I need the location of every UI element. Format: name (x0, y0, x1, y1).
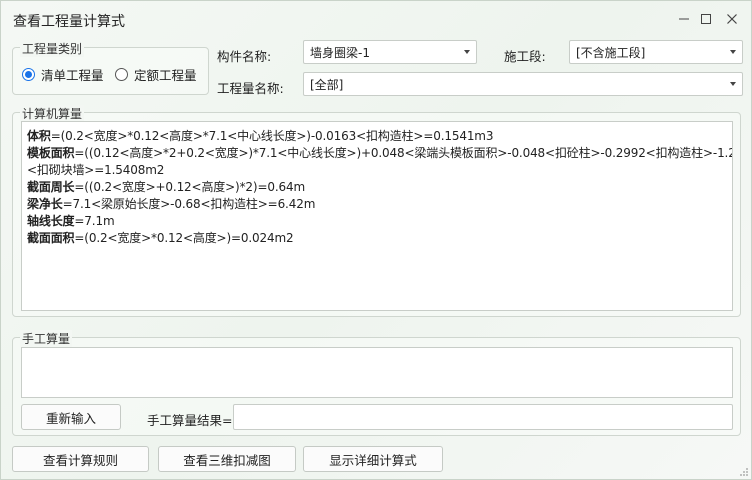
window-title: 查看工程量计算式 (13, 14, 125, 30)
component-name-select[interactable]: 墙身圈梁-1 (303, 40, 477, 64)
calc-line: 体积=(0.2<宽度>*0.12<高度>*7.1<中心线长度>)-0.0163<… (27, 129, 494, 143)
view-3d-deduction-button[interactable]: 查看三维扣减图 (158, 446, 296, 472)
computer-calc-group-label: 计算机算量 (20, 105, 85, 122)
manual-result-label: 手工算量结果= (147, 413, 233, 428)
manual-result-input[interactable] (233, 404, 733, 430)
manual-calc-group-label: 手工算量 (20, 330, 73, 347)
quantity-name-value: [全部] (310, 77, 344, 92)
resize-grip-icon[interactable] (739, 467, 749, 477)
chevron-down-icon (464, 50, 470, 54)
dialog-window: 查看工程量计算式 工程量类别 清单工程量 定额工程量 构件名称: 墙身圈梁-1 … (0, 0, 752, 480)
show-detail-formula-button[interactable]: 显示详细计算式 (303, 446, 443, 472)
computer-calc-textarea[interactable]: 体积=(0.2<宽度>*0.12<高度>*7.1<中心线长度>)-0.0163<… (21, 121, 733, 311)
calc-line: 梁净长=7.1<梁原始长度>-0.68<扣构造柱>=6.42m (27, 197, 316, 211)
chevron-down-icon (730, 50, 736, 54)
component-name-value: 墙身圈梁-1 (310, 45, 370, 60)
title-bar: 查看工程量计算式 (1, 1, 751, 37)
maximize-icon (701, 14, 711, 24)
radio-bill-quantity-label: 清单工程量 (41, 68, 104, 83)
quantity-type-group-label: 工程量类别 (20, 40, 85, 57)
radio-unchecked-icon (115, 68, 128, 81)
quantity-name-select[interactable]: [全部] (303, 72, 743, 96)
calc-line: <扣砌块墙>=1.5408m2 (27, 163, 165, 177)
minimize-icon (679, 18, 689, 20)
calc-line: 轴线长度=7.1m (27, 214, 115, 228)
component-name-label: 构件名称: (217, 49, 272, 64)
close-button[interactable] (719, 7, 745, 31)
calc-line: 截面面积=(0.2<宽度>*0.12<高度>)=0.024m2 (27, 231, 294, 245)
view-calc-rules-button[interactable]: 查看计算规则 (12, 446, 149, 472)
quantity-name-label: 工程量名称: (217, 81, 284, 96)
calc-line: 截面周长=((0.2<宽度>+0.12<高度>)*2)=0.64m (27, 180, 306, 194)
manual-calc-textarea[interactable] (21, 347, 733, 398)
radio-quota-quantity-label: 定额工程量 (134, 68, 197, 83)
radio-bill-quantity[interactable]: 清单工程量 (22, 65, 104, 84)
calc-line: 模板面积=((0.12<高度>*2+0.2<宽度>)*7.1<中心线长度>)+0… (27, 146, 733, 160)
close-icon (727, 14, 737, 24)
radio-checked-icon (22, 68, 35, 81)
chevron-down-icon (730, 82, 736, 86)
radio-quota-quantity[interactable]: 定额工程量 (115, 65, 197, 84)
construction-section-value: [不含施工段] (576, 45, 646, 60)
construction-section-select[interactable]: [不含施工段] (569, 40, 743, 64)
reenter-button[interactable]: 重新输入 (21, 404, 121, 430)
construction-section-label: 施工段: (504, 49, 546, 64)
maximize-button[interactable] (693, 7, 719, 31)
